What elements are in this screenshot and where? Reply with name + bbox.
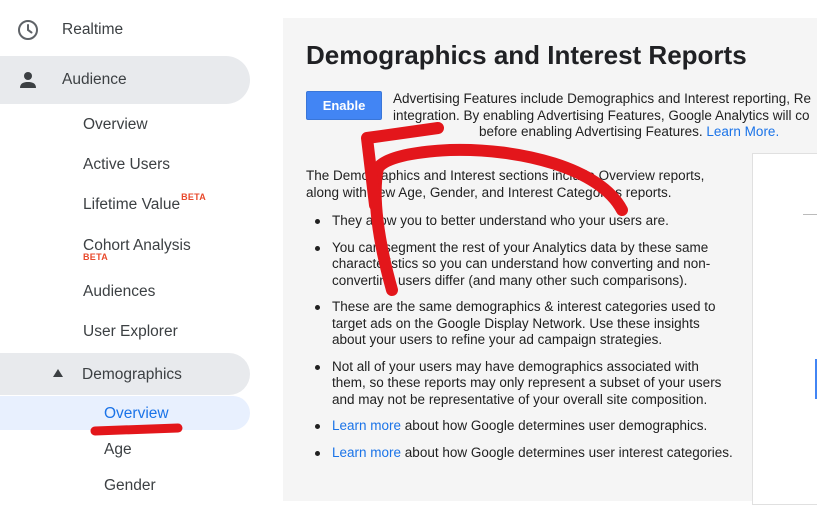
page-title: Demographics and Interest Reports xyxy=(306,40,747,70)
sidebar-item-label: Overview xyxy=(104,405,169,422)
sidebar-item-lifetime-value[interactable]: Lifetime ValueBETA xyxy=(83,192,206,214)
list-item: You can segment the rest of your Analyti… xyxy=(306,240,736,290)
expand-triangle-icon xyxy=(53,369,63,377)
sidebar-item-audiences[interactable]: Audiences xyxy=(83,283,155,301)
bullet-list: They allow you to better understand who … xyxy=(306,213,736,471)
sidebar-item-active-users[interactable]: Active Users xyxy=(83,156,170,174)
list-item-text: about how Google determines user demogra… xyxy=(401,418,708,433)
learn-more-link[interactable]: Learn more xyxy=(332,418,401,433)
preview-card xyxy=(752,153,817,505)
enable-button[interactable]: Enable xyxy=(306,91,382,120)
advertising-line-text: before enabling Advertising Features. xyxy=(479,124,703,139)
list-item: Not all of your users may have demograph… xyxy=(306,359,736,409)
sidebar-item-realtime[interactable]: Realtime xyxy=(0,6,250,54)
advertising-line: integration. By enabling Advertising Fea… xyxy=(393,107,810,123)
advertising-line: Advertising Features include Demographic… xyxy=(393,91,811,106)
divider xyxy=(803,214,817,215)
list-item-text: about how Google determines user interes… xyxy=(401,444,733,460)
learn-more-link[interactable]: Learn More. xyxy=(706,124,779,139)
sidebar-item-label: Lifetime Value xyxy=(83,196,181,213)
sidebar-item-user-explorer[interactable]: User Explorer xyxy=(83,323,178,341)
list-item: They allow you to better understand who … xyxy=(306,213,736,230)
person-icon xyxy=(20,72,36,88)
list-item: Learn more about how Google determines u… xyxy=(306,445,736,462)
sidebar-item-label: Realtime xyxy=(62,21,124,38)
list-item: Learn more about how Google determines u… xyxy=(306,418,736,435)
sidebar-item-gender[interactable]: Gender xyxy=(104,477,156,495)
sidebar-item-overview[interactable]: Overview xyxy=(83,116,148,134)
beta-badge: BETA xyxy=(181,192,207,202)
sidebar-item-label: Audience xyxy=(62,71,127,88)
advertising-features-text: Advertising Features include Demographic… xyxy=(393,91,817,141)
intro-paragraph: The Demographics and Interest sections i… xyxy=(306,168,705,200)
sidebar: Realtime Audience Overview Active Users … xyxy=(0,0,268,501)
list-item: These are the same demographics & intere… xyxy=(306,299,736,349)
learn-more-link[interactable]: Learn more xyxy=(332,445,401,460)
clock-icon xyxy=(18,20,38,40)
sidebar-item-audience[interactable]: Audience xyxy=(0,56,250,104)
advertising-line: before enabling Advertising Features. Le… xyxy=(393,124,817,141)
beta-badge: BETA xyxy=(83,252,109,262)
sidebar-item-label: Demographics xyxy=(82,366,182,383)
sidebar-item-demographics[interactable]: Demographics xyxy=(0,353,250,395)
sidebar-item-demographics-overview[interactable]: Overview xyxy=(0,396,250,430)
sidebar-item-age[interactable]: Age xyxy=(104,441,132,459)
